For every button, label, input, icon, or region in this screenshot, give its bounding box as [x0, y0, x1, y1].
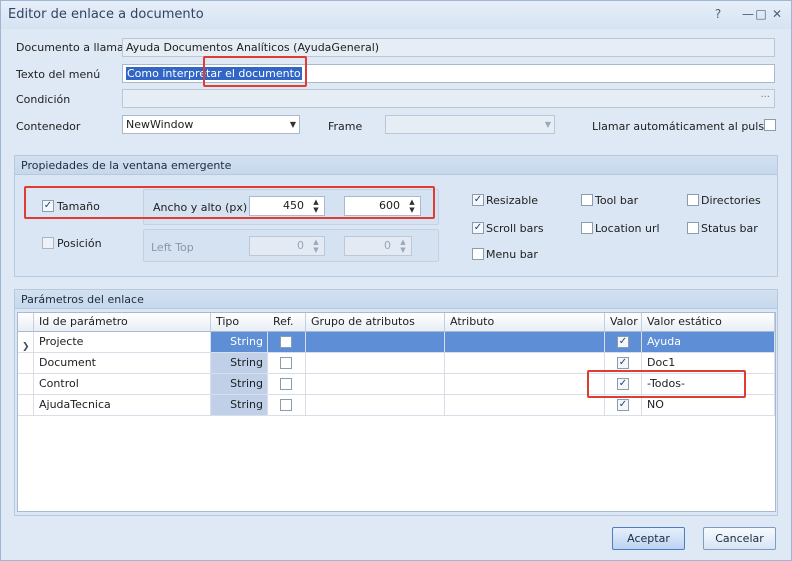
top-spinner[interactable]: 0 ▲ ▼ [344, 236, 412, 256]
table-row-ref[interactable] [268, 353, 306, 374]
row-indicator [18, 353, 34, 374]
dialog-window: Editor de enlace a documento ? — □ ✕ Doc… [0, 0, 792, 561]
condicion-input[interactable]: ··· [122, 89, 775, 108]
chevron-down-icon[interactable]: ▼ [545, 116, 551, 133]
ref-checkbox[interactable] [280, 378, 292, 390]
table-row-id[interactable]: Document [34, 353, 211, 374]
location-url-label: Location url [595, 222, 660, 235]
toolbar-checkbox[interactable] [581, 194, 593, 206]
table-row-valor-estatico[interactable]: Ayuda [642, 332, 775, 353]
left-value: 0 [297, 239, 304, 252]
col-id-header[interactable]: Id de parámetro [34, 313, 211, 332]
chevron-down-icon[interactable]: ▼ [290, 116, 296, 133]
row-indicator-header [18, 313, 34, 332]
highlight-texto-menu [203, 56, 307, 87]
posicion-checkbox[interactable] [42, 237, 54, 249]
table-row-valor-estatico[interactable]: NO [642, 395, 775, 416]
table-row-atributo[interactable] [445, 374, 605, 395]
highlight-control-row [587, 370, 746, 398]
scrollbars-checkbox[interactable]: ✓ [472, 222, 484, 234]
maximize-icon[interactable]: □ [753, 6, 769, 22]
popup-properties-title: Propiedades de la ventana emergente [21, 159, 232, 172]
table-row-valor[interactable]: ✓ [605, 395, 642, 416]
condicion-label: Condición [16, 93, 71, 106]
contenedor-select[interactable]: NewWindow ▼ [122, 115, 300, 134]
table-row-ref[interactable] [268, 395, 306, 416]
col-ref-header[interactable]: Ref. [268, 313, 306, 332]
col-grupo-header[interactable]: Grupo de atributos [306, 313, 445, 332]
table-row-grupo[interactable] [306, 374, 445, 395]
popup-properties-header: Propiedades de la ventana emergente [15, 156, 777, 175]
table-row-atributo[interactable] [445, 353, 605, 374]
contenedor-label: Contenedor [16, 120, 81, 133]
posicion-label: Posición [57, 237, 102, 250]
contenedor-value: NewWindow [126, 118, 194, 131]
col-atributo-header[interactable]: Atributo [445, 313, 605, 332]
row-indicator [18, 374, 34, 395]
table-row-id[interactable]: Projecte [34, 332, 211, 353]
params-header: Parámetros del enlace [15, 290, 777, 309]
ref-checkbox[interactable] [280, 399, 292, 411]
toolbar-label: Tool bar [595, 194, 639, 207]
row-pointer-icon: ❯ [22, 342, 30, 352]
cancelar-button[interactable]: Cancelar [703, 527, 776, 550]
ref-checkbox[interactable] [280, 336, 292, 348]
table-row-grupo[interactable] [306, 332, 445, 353]
help-icon[interactable]: ? [710, 6, 726, 22]
resizable-checkbox[interactable]: ✓ [472, 194, 484, 206]
table-row-grupo[interactable] [306, 353, 445, 374]
valor-checkbox[interactable]: ✓ [617, 357, 629, 369]
table-row-id[interactable]: Control [34, 374, 211, 395]
params-table: Id de parámetro Tipo Ref. Grupo de atrib… [17, 312, 776, 512]
spinner-arrows-icon[interactable]: ▲ ▼ [397, 238, 409, 254]
ref-checkbox[interactable] [280, 357, 292, 369]
valor-checkbox[interactable]: ✓ [617, 336, 629, 348]
documento-value: Ayuda Documentos Analíticos (AyudaGenera… [126, 41, 380, 54]
position-panel: Left Top 0 ▲ ▼ 0 ▲ ▼ [143, 229, 439, 262]
top-value: 0 [384, 239, 391, 252]
close-icon[interactable]: ✕ [769, 6, 785, 22]
table-row-grupo[interactable] [306, 395, 445, 416]
location-url-checkbox[interactable] [581, 222, 593, 234]
table-row-tipo[interactable]: String [211, 395, 268, 416]
statusbar-label: Status bar [701, 222, 758, 235]
texto-label: Texto del menú [16, 68, 101, 81]
table-row-tipo[interactable]: String [211, 353, 268, 374]
table-row-ref[interactable] [268, 374, 306, 395]
valor-checkbox[interactable]: ✓ [617, 399, 629, 411]
title-bar[interactable]: Editor de enlace a documento ? — □ ✕ [1, 1, 791, 29]
menubar-checkbox[interactable] [472, 248, 484, 260]
documento-label: Documento a llamar [16, 41, 129, 54]
col-valor-header[interactable]: Valor [605, 313, 642, 332]
llamar-checkbox[interactable] [764, 119, 776, 131]
col-valor-estatico-header[interactable]: Valor estático [642, 313, 775, 332]
left-top-label: Left Top [151, 241, 194, 254]
row-indicator [18, 395, 34, 416]
directories-checkbox[interactable] [687, 194, 699, 206]
documento-field: Ayuda Documentos Analíticos (AyudaGenera… [122, 38, 775, 57]
ellipsis-icon[interactable]: ··· [760, 90, 770, 106]
llamar-label: Llamar automáticament al pulsar [592, 120, 776, 133]
table-row-tipo[interactable]: String [211, 332, 268, 353]
left-spinner[interactable]: 0 ▲ ▼ [249, 236, 325, 256]
resizable-label: Resizable [486, 194, 539, 207]
table-row-atributo[interactable] [445, 395, 605, 416]
frame-label: Frame [328, 120, 363, 133]
table-row-tipo[interactable]: String [211, 374, 268, 395]
scrollbars-label: Scroll bars [486, 222, 544, 235]
statusbar-checkbox[interactable] [687, 222, 699, 234]
aceptar-button[interactable]: Aceptar [612, 527, 685, 550]
frame-select[interactable]: ▼ [385, 115, 555, 134]
menubar-label: Menu bar [486, 248, 538, 261]
table-row-valor[interactable]: ✓ [605, 332, 642, 353]
row-indicator: ❯ [18, 332, 34, 353]
params-title: Parámetros del enlace [21, 293, 144, 306]
table-row-ref[interactable] [268, 332, 306, 353]
window-title: Editor de enlace a documento [8, 7, 204, 22]
table-row-atributo[interactable] [445, 332, 605, 353]
table-row-id[interactable]: AjudaTecnica [34, 395, 211, 416]
highlight-size [24, 186, 435, 219]
spinner-arrows-icon[interactable]: ▲ ▼ [310, 238, 322, 254]
directories-label: Directories [701, 194, 761, 207]
